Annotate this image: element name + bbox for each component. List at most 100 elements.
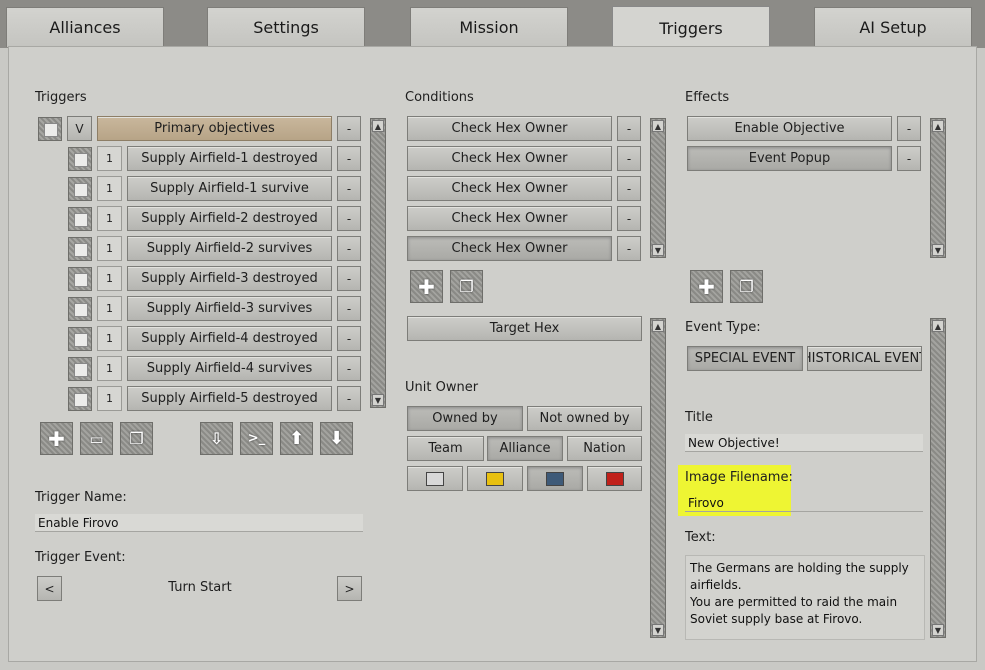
trigger-delete-button[interactable]: - — [337, 236, 361, 261]
add-condition-button[interactable]: ✚ — [410, 270, 443, 303]
trigger-event-prev-button[interactable]: < — [37, 576, 62, 601]
trigger-item[interactable]: Supply Airfield-2 survives — [127, 236, 332, 261]
condition-item[interactable]: Check Hex Owner — [407, 176, 612, 201]
trigger-item[interactable]: Supply Airfield-1 survive — [127, 176, 332, 201]
scroll-up-arrow-icon[interactable]: ▲ — [932, 320, 944, 332]
tab-ai-setup[interactable]: AI Setup — [814, 7, 972, 47]
trigger-delete-button[interactable]: - — [337, 326, 361, 351]
move-down-button[interactable]: ⬇ — [320, 422, 353, 455]
add-folder-button[interactable]: ▭ — [80, 422, 113, 455]
effect-delete-button[interactable]: - — [897, 116, 921, 141]
trigger-list-scrollbar[interactable]: ▲ ▼ — [370, 118, 386, 408]
move-up-button[interactable]: ⬆ — [280, 422, 313, 455]
scroll-down-arrow-icon[interactable]: ▼ — [932, 624, 944, 636]
trigger-group-checkbox[interactable] — [38, 117, 62, 141]
import-trigger-button[interactable]: ⇩ — [200, 422, 233, 455]
target-hex-button[interactable]: Target Hex — [407, 316, 642, 341]
trigger-group-delete-button[interactable]: - — [337, 116, 361, 141]
color-swatch-red — [605, 471, 624, 486]
trigger-checkbox[interactable] — [68, 177, 92, 201]
historical-event-button[interactable]: HISTORICAL EVENT — [807, 346, 922, 371]
trigger-delete-button[interactable]: - — [337, 296, 361, 321]
scroll-down-arrow-icon[interactable]: ▼ — [372, 394, 384, 406]
event-text-line: The Germans are holding the supply — [690, 561, 909, 575]
tab-mission[interactable]: Mission — [410, 7, 568, 47]
effect-item[interactable]: Event Popup — [687, 146, 892, 171]
color-blue-button[interactable] — [527, 466, 583, 491]
condition-delete-button[interactable]: - — [617, 146, 641, 171]
terminal-icon: >_ — [247, 431, 266, 446]
condition-delete-button[interactable]: - — [617, 116, 641, 141]
effect-detail-scrollbar[interactable]: ▲ ▼ — [930, 318, 946, 638]
add-trigger-button[interactable]: ✚ — [40, 422, 73, 455]
condition-item[interactable]: Check Hex Owner — [407, 146, 612, 171]
tab-alliances[interactable]: Alliances — [6, 7, 164, 47]
tab-settings[interactable]: Settings — [207, 7, 365, 47]
condition-delete-button[interactable]: - — [617, 206, 641, 231]
trigger-checkbox[interactable] — [68, 387, 92, 411]
event-text-area[interactable]: The Germans are holding the supply airfi… — [685, 555, 925, 640]
effect-list-scrollbar[interactable]: ▲ ▼ — [930, 118, 946, 258]
trigger-item[interactable]: Supply Airfield-4 destroyed — [127, 326, 332, 351]
trigger-item[interactable]: Supply Airfield-1 destroyed — [127, 146, 332, 171]
folder-icon: ▭ — [89, 429, 104, 448]
trigger-checkbox[interactable] — [68, 207, 92, 231]
trigger-name-input[interactable]: Enable Firovo — [35, 514, 363, 532]
trigger-delete-button[interactable]: - — [337, 176, 361, 201]
trigger-delete-button[interactable]: - — [337, 266, 361, 291]
trigger-delete-button[interactable]: - — [337, 206, 361, 231]
trigger-item[interactable]: Supply Airfield-5 destroyed — [127, 386, 332, 411]
add-effect-button[interactable]: ✚ — [690, 270, 723, 303]
copy-trigger-button[interactable]: ❐ — [120, 422, 153, 455]
scroll-down-arrow-icon[interactable]: ▼ — [652, 624, 664, 636]
console-button[interactable]: >_ — [240, 422, 273, 455]
color-white-button[interactable] — [407, 466, 463, 491]
special-event-button[interactable]: SPECIAL EVENT — [687, 346, 803, 371]
effect-item[interactable]: Enable Objective — [687, 116, 892, 141]
copy-effect-button[interactable]: ❐ — [730, 270, 763, 303]
condition-list-scrollbar[interactable]: ▲ ▼ — [650, 118, 666, 258]
scroll-down-arrow-icon[interactable]: ▼ — [652, 244, 664, 256]
owned-by-button[interactable]: Owned by — [407, 406, 523, 431]
color-swatch-white — [426, 471, 444, 486]
trigger-delete-button[interactable]: - — [337, 146, 361, 171]
condition-item[interactable]: Check Hex Owner — [407, 116, 612, 141]
scroll-up-arrow-icon[interactable]: ▲ — [652, 320, 664, 332]
condition-item[interactable]: Check Hex Owner — [407, 206, 612, 231]
color-yellow-button[interactable] — [467, 466, 523, 491]
condition-delete-button[interactable]: - — [617, 176, 641, 201]
condition-item[interactable]: Check Hex Owner — [407, 236, 612, 261]
trigger-delete-button[interactable]: - — [337, 386, 361, 411]
trigger-group-primary-objectives[interactable]: Primary objectives — [97, 116, 332, 141]
condition-detail-scrollbar[interactable]: ▲ ▼ — [650, 318, 666, 638]
trigger-checkbox[interactable] — [68, 327, 92, 351]
scroll-up-arrow-icon[interactable]: ▲ — [372, 120, 384, 132]
trigger-group-v-button[interactable]: V — [67, 116, 92, 141]
trigger-checkbox[interactable] — [68, 267, 92, 291]
title-input[interactable]: New Objective! — [685, 434, 923, 452]
scroll-down-arrow-icon[interactable]: ▼ — [932, 244, 944, 256]
effect-delete-button[interactable]: - — [897, 146, 921, 171]
team-button[interactable]: Team — [407, 436, 484, 461]
trigger-item[interactable]: Supply Airfield-4 survives — [127, 356, 332, 381]
trigger-priority: 1 — [97, 296, 122, 321]
trigger-item[interactable]: Supply Airfield-3 destroyed — [127, 266, 332, 291]
condition-delete-button[interactable]: - — [617, 236, 641, 261]
trigger-checkbox[interactable] — [68, 297, 92, 321]
color-red-button[interactable] — [587, 466, 642, 491]
scroll-up-arrow-icon[interactable]: ▲ — [932, 120, 944, 132]
image-filename-input[interactable]: Firovo — [685, 494, 923, 512]
scroll-up-arrow-icon[interactable]: ▲ — [652, 120, 664, 132]
copy-condition-button[interactable]: ❐ — [450, 270, 483, 303]
trigger-item[interactable]: Supply Airfield-3 survives — [127, 296, 332, 321]
alliance-button[interactable]: Alliance — [487, 436, 563, 461]
trigger-checkbox[interactable] — [68, 237, 92, 261]
trigger-delete-button[interactable]: - — [337, 356, 361, 381]
trigger-event-next-button[interactable]: > — [337, 576, 362, 601]
trigger-item[interactable]: Supply Airfield-2 destroyed — [127, 206, 332, 231]
trigger-checkbox[interactable] — [68, 357, 92, 381]
tab-triggers[interactable]: Triggers — [612, 6, 770, 49]
nation-button[interactable]: Nation — [567, 436, 642, 461]
trigger-checkbox[interactable] — [68, 147, 92, 171]
not-owned-by-button[interactable]: Not owned by — [527, 406, 642, 431]
